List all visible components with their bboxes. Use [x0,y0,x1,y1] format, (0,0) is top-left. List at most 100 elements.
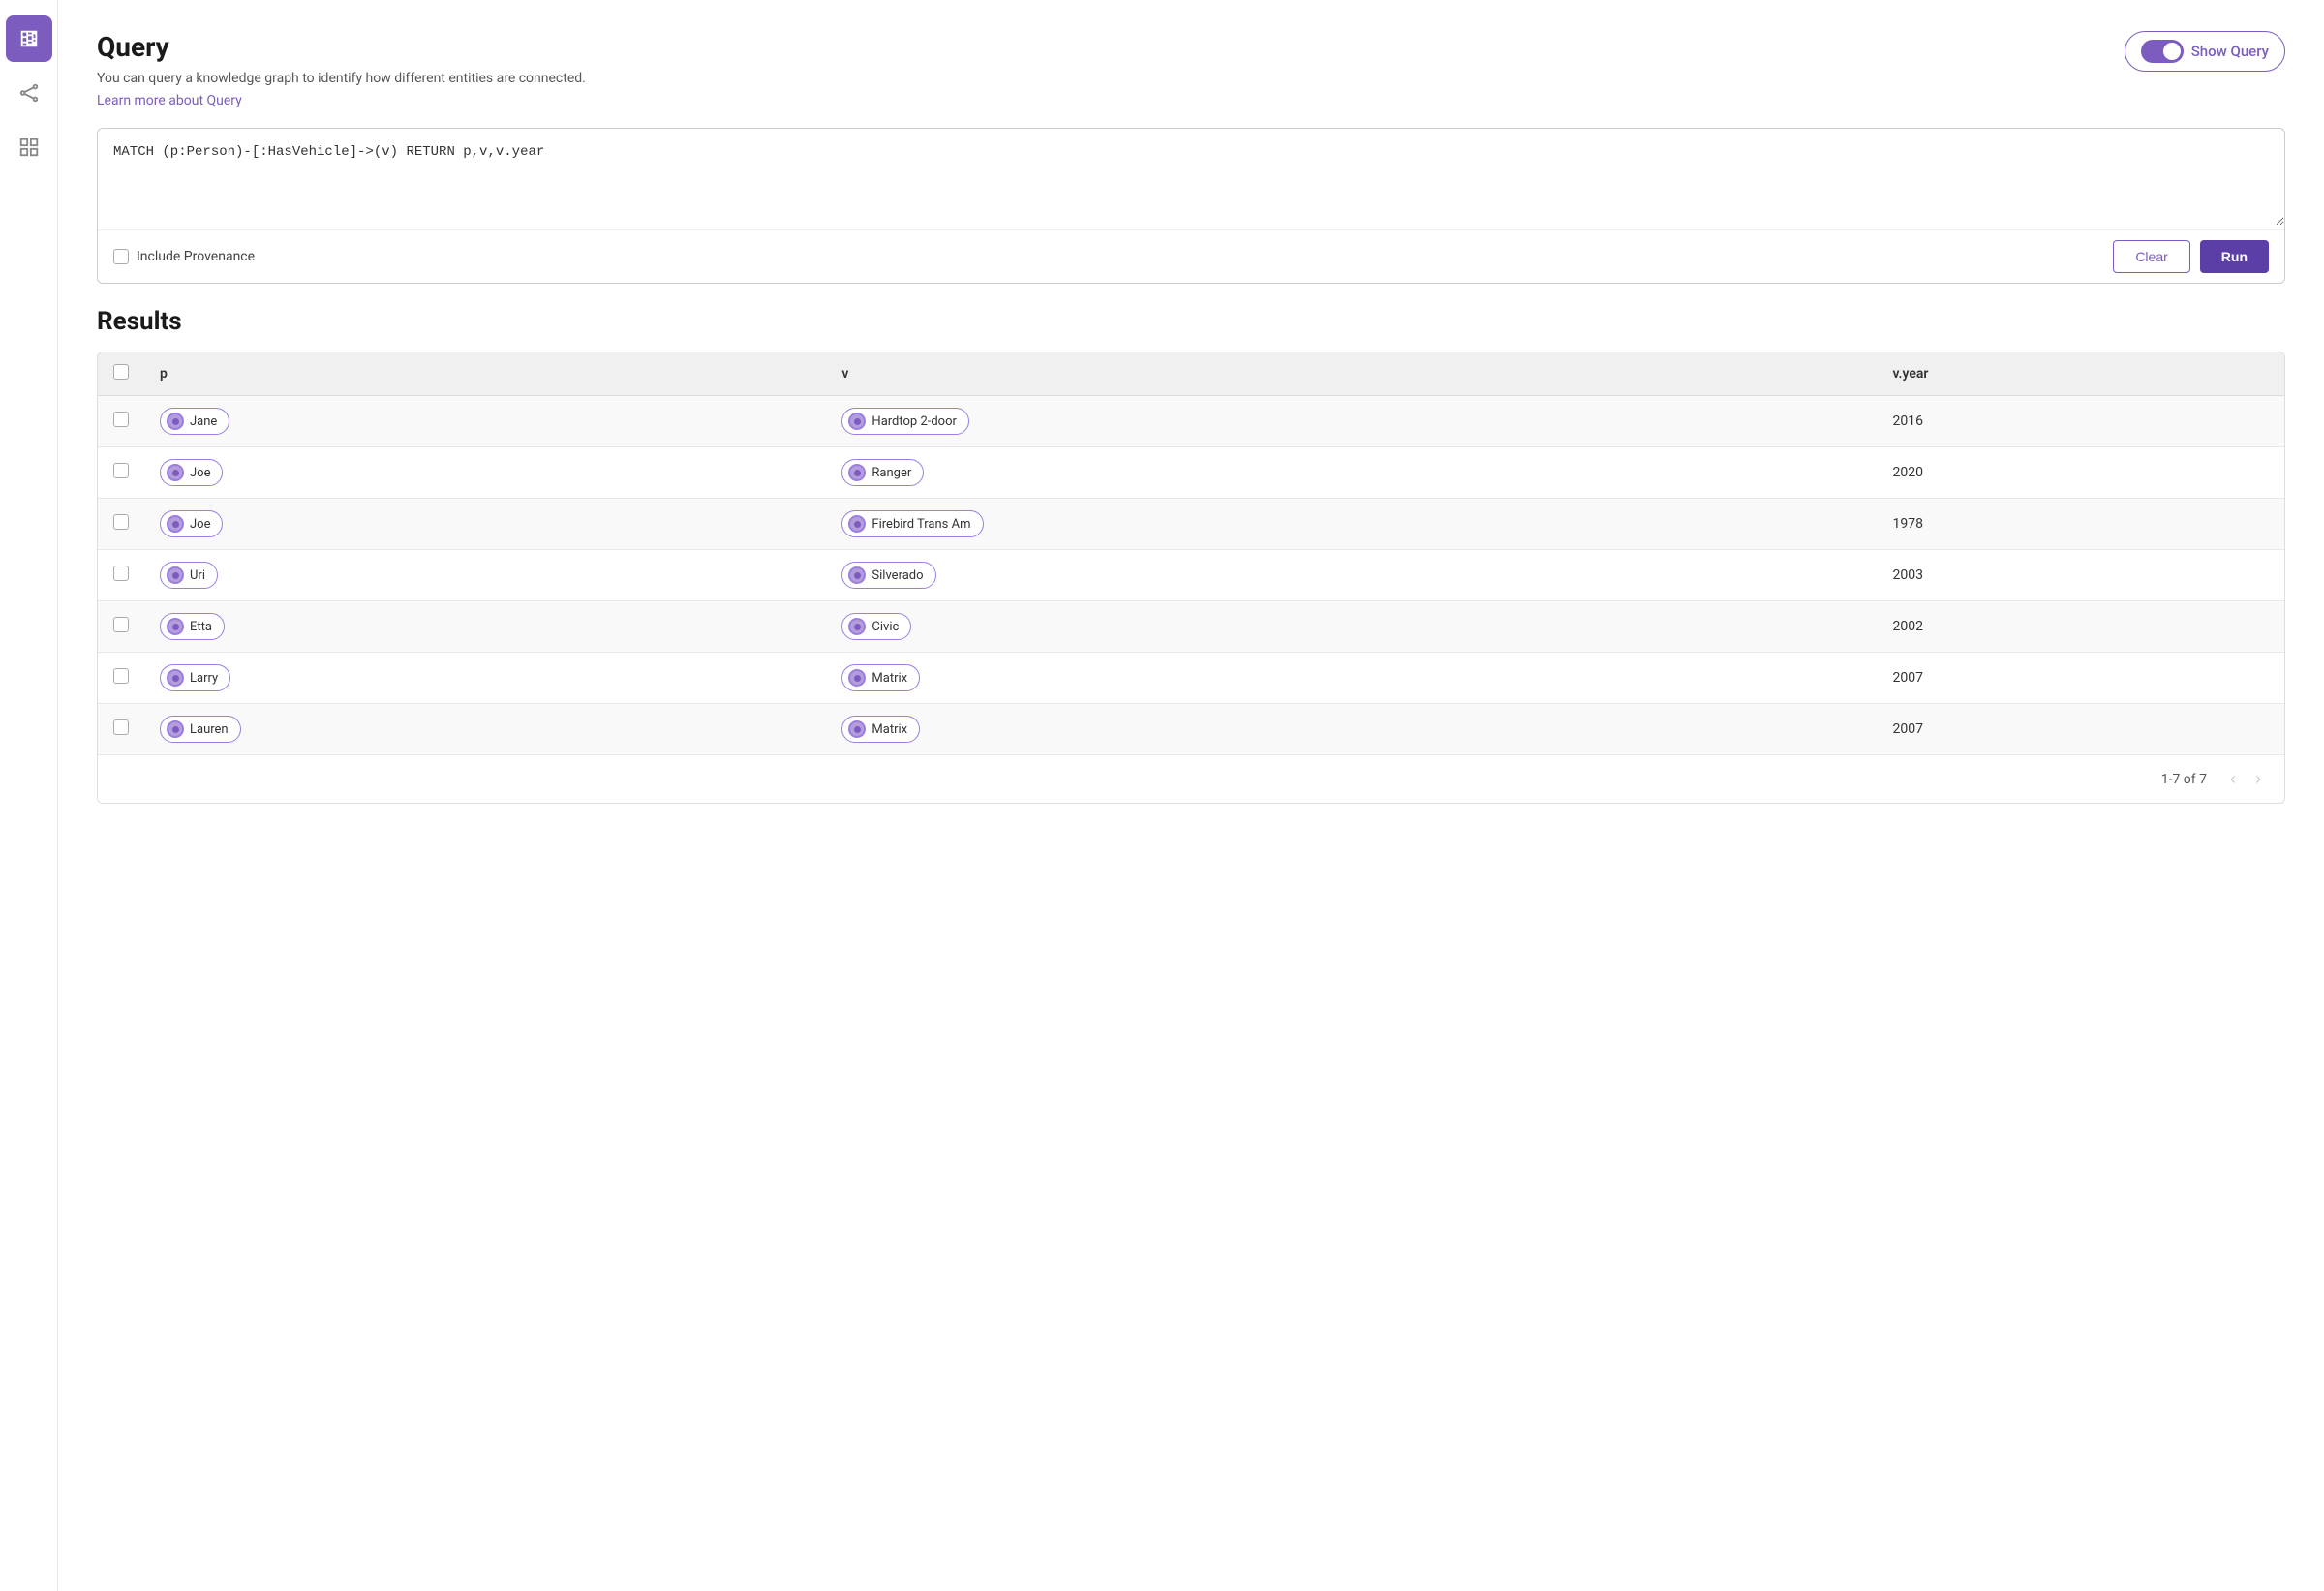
header-checkbox-col [98,352,144,396]
entity-label-v-2: Firebird Trans Am [872,517,970,532]
learn-more-link[interactable]: Learn more about Query [97,93,242,108]
run-button[interactable]: Run [2200,240,2269,273]
row-checkbox-6[interactable] [113,719,129,735]
entity-label-v-6: Matrix [872,722,907,737]
row-checkbox-cell [98,653,144,704]
entity-badge-v-6: Matrix [841,716,920,743]
grid-icon [18,137,40,158]
entity-dot-inner-v-4 [854,624,861,630]
pagination-controls: ‹ › [2222,767,2269,791]
header-row: Query You can query a knowledge graph to… [97,31,2285,108]
provenance-text: Include Provenance [137,249,255,264]
entity-badge-v-2: Firebird Trans Am [841,510,983,537]
entity-label-v-4: Civic [872,620,899,634]
pagination-next[interactable]: › [2248,767,2269,791]
entity-dot-v-0 [848,413,866,430]
header-text: Query You can query a knowledge graph to… [97,31,586,108]
sidebar-item-grid[interactable] [6,124,52,170]
table-row: Joe Ranger 2020 [98,447,2284,499]
row-checkbox-3[interactable] [113,566,129,581]
provenance-label[interactable]: Include Provenance [113,249,255,264]
header-vyear: v.year [1877,352,2284,396]
row-checkbox-cell [98,601,144,653]
table-row: Joe Firebird Trans Am 1978 [98,499,2284,550]
table-row: Larry Matrix 2007 [98,653,2284,704]
entity-label-v-3: Silverado [872,568,923,583]
header-v: v [826,352,1877,396]
header-p: p [144,352,826,396]
entity-dot-p-0 [167,413,184,430]
row-year-2: 1978 [1877,499,2284,550]
provenance-checkbox[interactable] [113,249,129,264]
entity-dot-inner-p-1 [172,470,179,476]
results-table-wrapper: p v v.year Jane [97,352,2285,804]
query-box: Include Provenance Clear Run [97,128,2285,284]
main-content: Query You can query a knowledge graph to… [58,0,2324,1591]
select-all-checkbox[interactable] [113,364,129,380]
row-p-2: Joe [144,499,826,550]
entity-badge-p-1: Joe [160,459,223,486]
row-checkbox-1[interactable] [113,463,129,478]
row-v-4: Civic [826,601,1877,653]
row-year-5: 2007 [1877,653,2284,704]
entity-dot-inner-v-5 [854,675,861,682]
query-textarea[interactable] [98,129,2284,226]
entity-badge-v-4: Civic [841,613,911,640]
entity-badge-p-2: Joe [160,510,223,537]
clear-button[interactable]: Clear [2113,240,2189,273]
table-row: Etta Civic 2002 [98,601,2284,653]
entity-badge-p-3: Uri [160,562,218,589]
show-query-toggle[interactable]: Show Query [2125,31,2285,72]
table-icon [18,28,40,49]
entity-dot-p-2 [167,515,184,533]
entity-label-p-3: Uri [190,568,205,583]
entity-badge-v-0: Hardtop 2-door [841,408,969,435]
row-v-6: Matrix [826,704,1877,755]
results-tbody: Jane Hardtop 2-door 2016 [98,396,2284,755]
graph-icon [18,82,40,104]
row-p-6: Lauren [144,704,826,755]
results-table: p v v.year Jane [98,352,2284,754]
row-p-0: Jane [144,396,826,447]
entity-label-v-5: Matrix [872,671,907,686]
row-year-1: 2020 [1877,447,2284,499]
sidebar-item-table[interactable] [6,15,52,62]
sidebar [0,0,58,1591]
row-p-4: Etta [144,601,826,653]
entity-dot-inner-p-6 [172,726,179,733]
row-year-4: 2002 [1877,601,2284,653]
entity-dot-inner-p-0 [172,418,179,425]
row-checkbox-4[interactable] [113,617,129,632]
results-title: Results [97,307,2285,336]
entity-dot-inner-v-6 [854,726,861,733]
sidebar-item-graph[interactable] [6,70,52,116]
entity-label-p-0: Jane [190,414,217,429]
header-row-tr: p v v.year [98,352,2284,396]
row-v-0: Hardtop 2-door [826,396,1877,447]
entity-dot-v-6 [848,720,866,738]
row-checkbox-5[interactable] [113,668,129,684]
entity-label-v-1: Ranger [872,466,911,480]
entity-label-p-2: Joe [190,517,210,532]
entity-dot-p-4 [167,618,184,635]
entity-badge-p-0: Jane [160,408,229,435]
entity-dot-inner-v-0 [854,418,861,425]
entity-label-p-5: Larry [190,671,218,686]
table-row: Uri Silverado 2003 [98,550,2284,601]
row-checkbox-2[interactable] [113,514,129,530]
row-checkbox-cell [98,396,144,447]
entity-dot-p-1 [167,464,184,481]
row-checkbox-cell [98,550,144,601]
table-header: p v v.year [98,352,2284,396]
toggle-switch[interactable] [2141,40,2184,63]
row-p-3: Uri [144,550,826,601]
row-checkbox-cell [98,499,144,550]
entity-dot-v-3 [848,566,866,584]
entity-label-p-6: Lauren [190,722,229,737]
entity-dot-p-5 [167,669,184,687]
query-buttons: Clear Run [2113,240,2269,273]
row-checkbox-0[interactable] [113,412,129,427]
query-footer: Include Provenance Clear Run [98,229,2284,283]
entity-dot-v-4 [848,618,866,635]
pagination-prev[interactable]: ‹ [2222,767,2244,791]
